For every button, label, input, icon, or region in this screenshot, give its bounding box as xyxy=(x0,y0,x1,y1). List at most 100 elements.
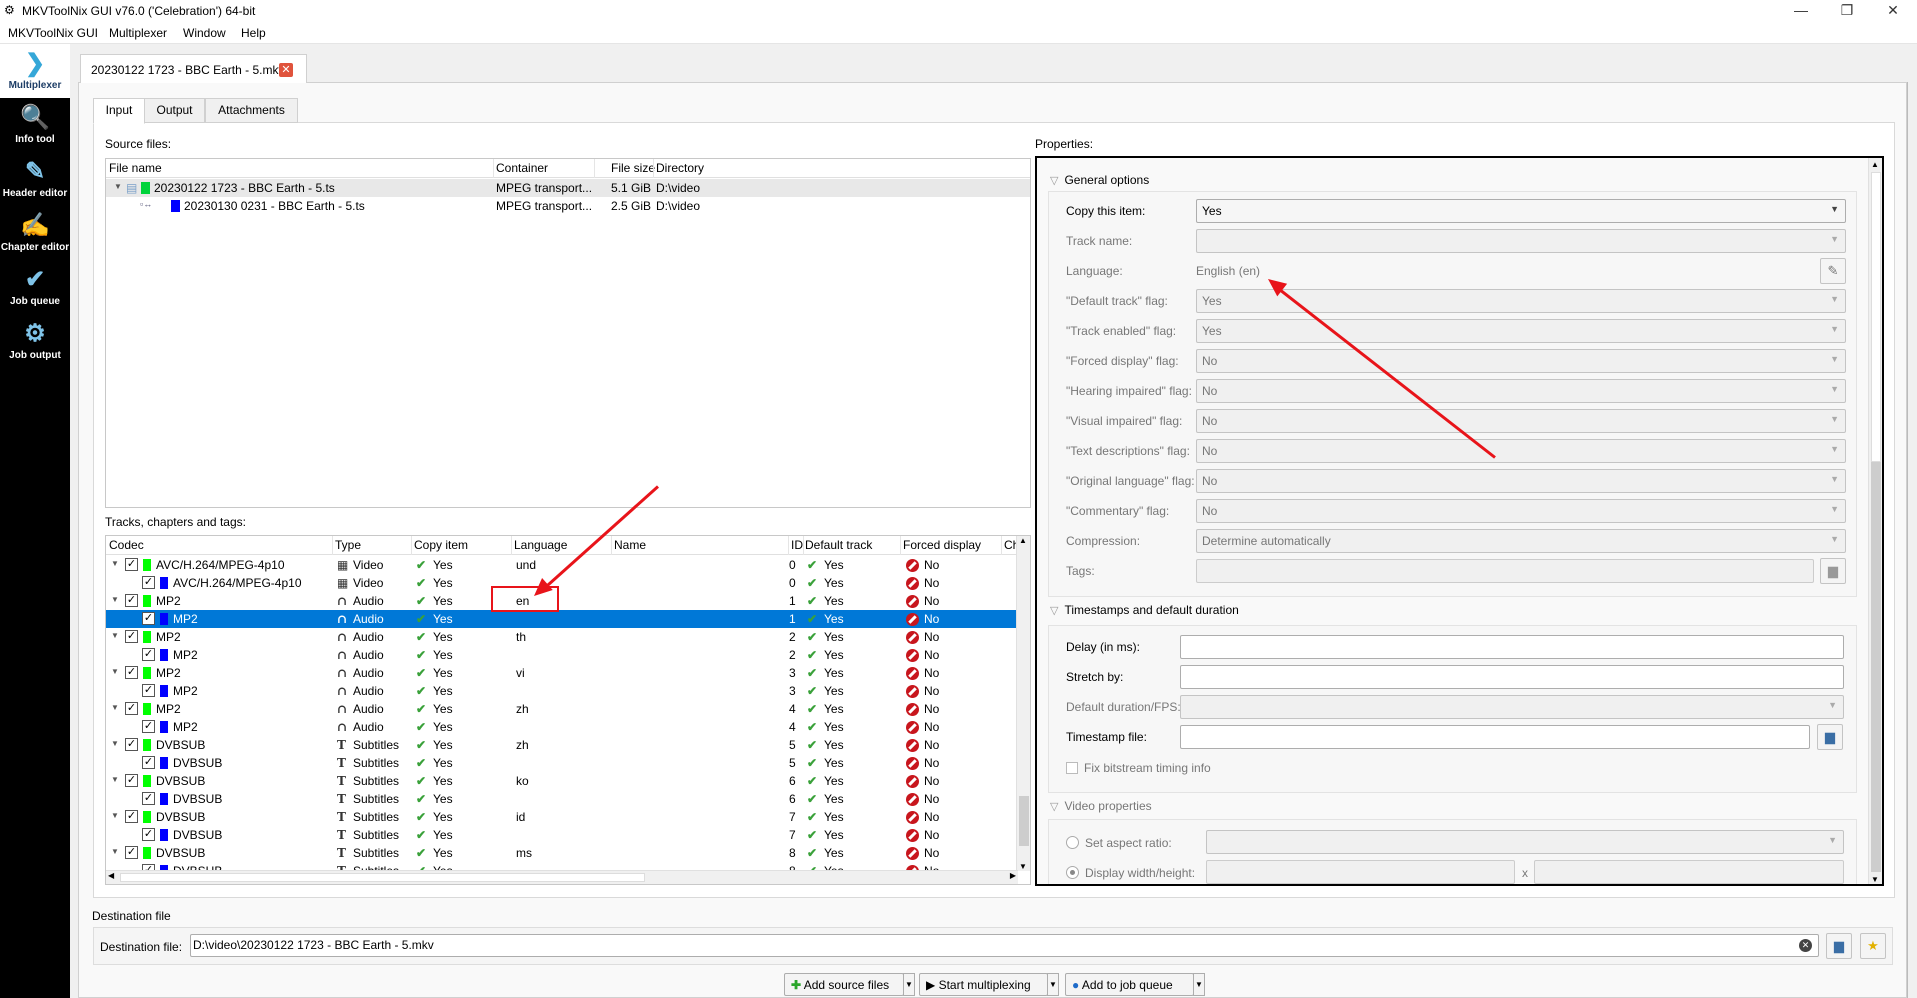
add-source-files-button[interactable]: ✚ Add source files xyxy=(784,973,904,996)
scroll-thumb[interactable] xyxy=(1871,172,1881,462)
minimize-button[interactable]: — xyxy=(1778,0,1824,22)
track-row[interactable]: ▼ ✓ MP2 ∩ Audio ✔ Yes zh 4 ✔ Yes No xyxy=(106,700,1017,718)
scroll-thumb[interactable] xyxy=(1019,796,1029,846)
tab-output[interactable]: Output xyxy=(144,98,205,123)
sidebar-item-job-queue[interactable]: ✔ Job queue xyxy=(0,260,70,314)
expand-arrow-icon[interactable]: ▼ xyxy=(111,847,119,856)
timestamp-file-input[interactable] xyxy=(1180,725,1810,749)
track-row[interactable]: ✓ DVBSUB T Subtitles ✔ Yes 6 ✔ Yes No xyxy=(106,790,1017,808)
video-properties-header[interactable]: ▽ Video properties xyxy=(1050,799,1152,813)
track-row[interactable]: ▼ ✓ DVBSUB T Subtitles ✔ Yes zh 5 ✔ Yes No xyxy=(106,736,1017,754)
track-row[interactable]: ▼ ✓ DVBSUB T Subtitles ✔ Yes ko 6 ✔ Yes No xyxy=(106,772,1017,790)
track-enabled-flag-combo[interactable]: Yes ▼ xyxy=(1196,319,1846,343)
expand-arrow-icon[interactable]: ▼ xyxy=(114,182,122,191)
display-wh-radio[interactable]: Display width/height: xyxy=(1066,866,1195,880)
forced-display-flag-combo[interactable]: No ▼ xyxy=(1196,349,1846,373)
expand-arrow-icon[interactable]: ▼ xyxy=(111,595,119,604)
edit-language-button[interactable]: ✎ xyxy=(1820,258,1846,284)
track-row[interactable]: ✓ MP2 ∩ Audio ✔ Yes 4 ✔ Yes No xyxy=(106,718,1017,736)
expand-arrow-icon[interactable]: ▼ xyxy=(111,811,119,820)
track-row[interactable]: ✓ AVC/H.264/MPEG-4p10 ▦ Video ✔ Yes 0 ✔ Yes No xyxy=(106,574,1017,592)
track-checkbox[interactable]: ✓ xyxy=(142,684,155,697)
col-language[interactable]: Language xyxy=(514,538,567,552)
timestamps-header[interactable]: ▽ Timestamps and default duration xyxy=(1050,603,1239,617)
track-row[interactable]: ✓ MP2 ∩ Audio ✔ Yes 2 ✔ Yes No xyxy=(106,646,1017,664)
tracks-table[interactable]: Codec Type Copy item Language Name ID De… xyxy=(105,535,1031,885)
default-duration-combo[interactable]: ▼ xyxy=(1180,695,1844,719)
scroll-thumb[interactable] xyxy=(120,873,645,882)
expand-arrow-icon[interactable]: ▼ xyxy=(111,775,119,784)
track-checkbox[interactable]: ✓ xyxy=(125,630,138,643)
clear-icon[interactable]: ✕ xyxy=(1799,939,1812,952)
properties-scrollbar[interactable]: ▲ ▼ xyxy=(1868,158,1882,884)
add-source-dropdown[interactable]: ▼ xyxy=(903,973,915,996)
sidebar-item-chapter-editor[interactable]: ✍ Chapter editor xyxy=(0,206,70,260)
destination-input[interactable]: D:\video\20230122 1723 - BBC Earth - 5.m… xyxy=(190,934,1819,957)
original-language-flag-combo[interactable]: No ▼ xyxy=(1196,469,1846,493)
track-row[interactable]: ▼ ✓ MP2 ∩ Audio ✔ Yes th 2 ✔ Yes No xyxy=(106,628,1017,646)
col-name[interactable]: Name xyxy=(614,538,646,552)
expand-arrow-icon[interactable]: ▼ xyxy=(111,739,119,748)
sidebar-item-header-editor[interactable]: ✎ Header editor xyxy=(0,152,70,206)
expand-arrow-icon[interactable]: ▼ xyxy=(111,631,119,640)
fix-bitstream-checkbox[interactable]: Fix bitstream timing info xyxy=(1066,761,1211,775)
track-checkbox[interactable]: ✓ xyxy=(125,738,138,751)
tags-input[interactable] xyxy=(1196,559,1814,583)
track-checkbox[interactable]: ✓ xyxy=(125,702,138,715)
track-row[interactable]: ▼ ✓ MP2 ∩ Audio ✔ Yes en 1 ✔ Yes No xyxy=(106,592,1017,610)
track-row[interactable]: ▼ ✓ DVBSUB T Subtitles ✔ Yes ms 8 ✔ Yes No xyxy=(106,844,1017,862)
source-file-row[interactable]: ▼ ▤ 20230122 1723 - BBC Earth - 5.ts MPEG t… xyxy=(106,179,1030,197)
track-checkbox[interactable]: ✓ xyxy=(142,576,155,589)
track-checkbox[interactable]: ✓ xyxy=(142,612,155,625)
col-file-size[interactable]: File size xyxy=(611,161,655,175)
col-type[interactable]: Type xyxy=(335,538,361,552)
scroll-right-icon[interactable]: ▶ xyxy=(1010,871,1016,880)
source-file-row[interactable]: ▫↔ 20230130 0231 - BBC Earth - 5.ts MPEG t… xyxy=(106,197,1030,215)
track-checkbox[interactable]: ✓ xyxy=(125,594,138,607)
track-row[interactable]: ✓ MP2 ∩ Audio ✔ Yes 3 ✔ Yes No xyxy=(106,682,1017,700)
expand-arrow-icon[interactable]: ▼ xyxy=(111,703,119,712)
track-name-combo[interactable]: ▼ xyxy=(1196,229,1846,253)
compression-combo[interactable]: Determine automatically ▼ xyxy=(1196,529,1846,553)
general-options-header[interactable]: ▽ General options xyxy=(1050,173,1149,187)
expand-arrow-icon[interactable]: ▼ xyxy=(111,667,119,676)
scroll-down-icon[interactable]: ▼ xyxy=(1019,862,1027,871)
display-width-input[interactable] xyxy=(1206,860,1515,884)
track-checkbox[interactable]: ✓ xyxy=(142,720,155,733)
col-codec[interactable]: Codec xyxy=(109,538,144,552)
sidebar-item-multiplexer[interactable]: ❯ Multiplexer xyxy=(0,44,70,98)
start-multiplexing-button[interactable]: ▶ Start multiplexing xyxy=(919,973,1048,996)
menu-mkvtoolnix-gui[interactable]: MKVToolNix GUI xyxy=(8,26,98,40)
track-row[interactable]: ▼ ✓ MP2 ∩ Audio ✔ Yes vi 3 ✔ Yes No xyxy=(106,664,1017,682)
browse-timestamp-file-button[interactable]: ▆ xyxy=(1817,724,1843,750)
expand-arrow-icon[interactable]: ▼ xyxy=(111,559,119,568)
hearing-impaired-flag-combo[interactable]: No ▼ xyxy=(1196,379,1846,403)
scroll-up-icon[interactable]: ▲ xyxy=(1871,160,1879,169)
track-row[interactable]: ✓ MP2 ∩ Audio ✔ Yes 1 ✔ Yes No xyxy=(106,610,1017,628)
browse-destination-button[interactable]: ▆ xyxy=(1826,933,1852,959)
browse-tags-button[interactable]: ▆ xyxy=(1820,558,1846,584)
commentary-flag-combo[interactable]: No ▼ xyxy=(1196,499,1846,523)
track-checkbox[interactable]: ✓ xyxy=(125,846,138,859)
track-checkbox[interactable]: ✓ xyxy=(125,666,138,679)
sidebar-item-job-output[interactable]: ⚙ Job output xyxy=(0,314,70,368)
track-checkbox[interactable]: ✓ xyxy=(142,756,155,769)
track-checkbox[interactable]: ✓ xyxy=(142,648,155,661)
file-tab[interactable]: 20230122 1723 - BBC Earth - 5.mkv ✕ xyxy=(80,54,307,83)
track-checkbox[interactable]: ✓ xyxy=(125,774,138,787)
col-id[interactable]: ID xyxy=(791,538,803,552)
col-copy-item[interactable]: Copy item xyxy=(414,538,468,552)
col-file-name[interactable]: File name xyxy=(109,161,162,175)
set-aspect-radio[interactable]: Set aspect ratio: xyxy=(1066,836,1172,850)
track-checkbox[interactable]: ✓ xyxy=(125,810,138,823)
track-row[interactable]: ✓ DVBSUB T Subtitles ✔ Yes 5 ✔ Yes No xyxy=(106,754,1017,772)
scroll-up-icon[interactable]: ▲ xyxy=(1019,536,1027,545)
text-descriptions-flag-combo[interactable]: No ▼ xyxy=(1196,439,1846,463)
col-default-track[interactable]: Default track xyxy=(805,538,872,552)
col-directory[interactable]: Directory xyxy=(656,161,704,175)
col-container[interactable]: Container xyxy=(496,161,548,175)
tracks-horizontal-scrollbar[interactable]: ◀ ▶ xyxy=(106,870,1018,884)
open-folder-button[interactable]: ★ xyxy=(1860,933,1886,959)
delay-input[interactable] xyxy=(1180,635,1844,659)
menu-multiplexer[interactable]: Multiplexer xyxy=(109,26,167,40)
